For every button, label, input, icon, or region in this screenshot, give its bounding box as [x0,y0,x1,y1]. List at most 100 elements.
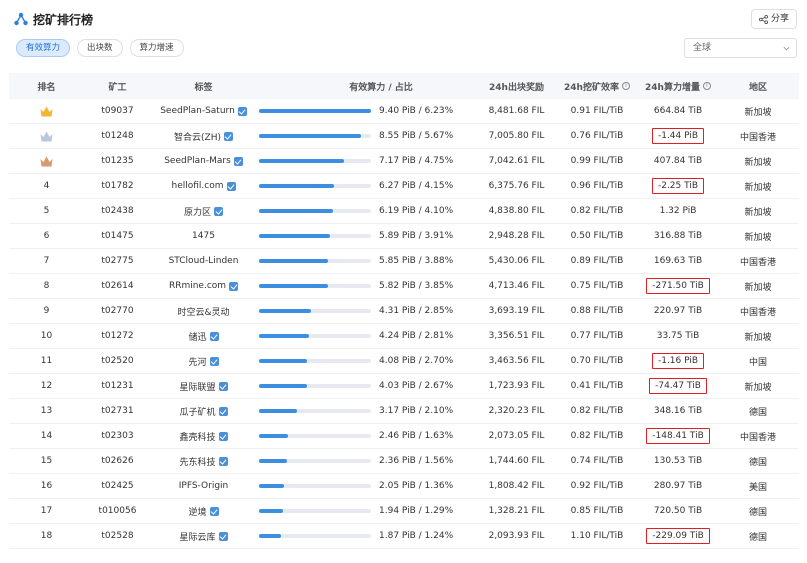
miner-tag: 星际云库 [151,524,256,548]
rank-cell: 11 [40,356,53,366]
power-growth-value-highlighted: -148.41 TiB [646,428,710,444]
crown-bronze-icon [40,156,53,166]
table-row[interactable]: 8 t02614 RRmine.com 5.82 PiB / 3.85% 4,713.4… [9,274,799,299]
tab-power-growth[interactable]: 算力增速 [129,39,184,57]
region: 新加坡 [744,207,772,218]
tab-blocks[interactable]: 出块数 [77,39,123,57]
power-growth-value: 316.88 TiB [653,231,703,241]
table-row[interactable]: 4 t01782 hellofil.com 6.27 PiB / 4.15% 6,375… [9,174,799,199]
table-row[interactable]: 12 t01231 星际联盟 4.03 PiB / 2.67% 1,723.93 FIL… [9,374,799,399]
power-bar [259,509,371,513]
power-value: 2.05 PiB / 1.36% [379,481,454,491]
tab-effective-power[interactable]: 有效算力 [16,39,71,57]
miner-tag-label[interactable]: 时空云&灵动 [177,305,229,318]
table-row[interactable]: 9 t02770 时空云&灵动 4.31 PiB / 2.85% 3,693.19 FI… [9,299,799,324]
miner-tag: 1475 [151,224,256,248]
power-growth: -2.25 TiB [637,174,719,198]
table-row[interactable]: 5 t02438 原力区 6.19 PiB / 4.10% 4,838.80 FIL 0.… [9,199,799,224]
region: 美国 [748,482,767,493]
col-header-blocks: 24h出块奖励 [489,82,544,93]
info-icon[interactable]: i [702,82,711,90]
mining-efficiency: 0.91 FIL/TiB [570,106,624,116]
mining-efficiency: 0.96 FIL/TiB [570,181,624,191]
miner-tag-label[interactable]: 瓜子矿机 [179,405,215,418]
miner-tag: 储迅 [151,324,256,348]
crown-gold-icon [40,106,53,116]
power-bar-fill [259,209,333,213]
rank-cell: 5 [43,206,50,216]
mining-efficiency: 0.50 FIL/TiB [570,231,624,241]
block-reward: 7,005.80 FIL [488,131,545,141]
table-row[interactable]: t01248 智合云(ZH) 8.55 PiB / 5.67% 7,005.80 FI… [9,124,799,149]
miner-id: t02626 [101,456,134,466]
miner-id: t02520 [101,356,134,366]
power-bar [259,334,371,338]
power-growth-value: 664.84 TiB [653,106,703,116]
table-row[interactable]: 11 t02520 先河 4.08 PiB / 2.70% 3,463.56 FIL 0.… [9,349,799,374]
block-reward: 1,328.21 FIL [488,506,545,516]
power-bar-fill [259,384,308,388]
miner-id: t01475 [101,231,134,241]
miner-tag-label[interactable]: STCloud-Linden [169,256,239,266]
table-row[interactable]: 17 t010056 逆境 1.94 PiB / 1.29% 1,328.21 FIL 0… [9,499,799,524]
rank-cell: 9 [43,306,50,316]
region: 德国 [748,532,767,543]
table-row[interactable]: 7 t02775 STCloud-Linden 5.85 PiB / 3.88% 5,4… [9,249,799,274]
region: 中国香港 [739,432,776,443]
miner-tag: 原力区 [151,199,256,223]
miner-id: t02731 [101,406,134,416]
table-row[interactable]: 16 t02425 IPFS-Origin 2.05 PiB / 1.36% 1,808… [9,474,799,499]
miner-tag-label[interactable]: 1475 [192,231,215,241]
miner-tag-label[interactable]: 储迅 [188,330,206,343]
info-icon[interactable]: i [621,82,630,90]
miner-tag-label[interactable]: 鑫壳科技 [179,430,215,443]
table-row[interactable]: 18 t02528 星际云库 1.87 PiB / 1.24% 2,093.93 FIL… [9,524,799,549]
miner-tag-label[interactable]: 原力区 [184,205,211,218]
miner-tag-label[interactable]: RRmine.com [169,281,226,291]
miner-tag-label[interactable]: 智合云(ZH) [174,130,221,143]
table-header: 排名 矿工 标签 有效算力 / 占比 24h出块奖励 24h挖矿效率 i 24h… [9,73,799,99]
rank-cell: 13 [40,406,53,416]
power-bar [259,434,371,438]
miner-tag-label[interactable]: 逆境 [188,505,206,518]
power-growth-value-highlighted: -1.44 PiB [651,128,705,144]
ranking-tabs: 有效算力 出块数 算力增速 [16,39,184,57]
miner-tag-label[interactable]: 先河 [188,355,206,368]
region: 德国 [748,407,767,418]
miner-tag: 智合云(ZH) [151,124,256,148]
miner-tag-label[interactable]: SeedPlan-Mars [164,156,231,166]
table-row[interactable]: 6 t01475 1475 5.89 PiB / 3.91% 2,948.28 FIL 0… [9,224,799,249]
power-bar [259,459,371,463]
power-growth: 280.97 TiB [637,474,719,498]
miner-tag: RRmine.com [151,274,256,298]
region-select[interactable]: 全球 [684,38,797,58]
miner-tag-label[interactable]: hellofil.com [171,181,223,191]
verified-icon [209,331,219,341]
table-row[interactable]: 14 t02303 鑫壳科技 2.46 PiB / 1.63% 2,073.05 FIL… [9,424,799,449]
miner-tag-label[interactable]: 星际联盟 [179,380,215,393]
miner-id: t02770 [101,306,134,316]
power-growth: -1.44 PiB [637,124,719,148]
share-icon [758,14,768,24]
table-row[interactable]: t01235 SeedPlan-Mars 7.17 PiB / 4.75% 7,042… [9,149,799,174]
block-reward: 7,042.61 FIL [488,156,545,166]
power-bar-fill [259,409,298,413]
table-row[interactable]: 15 t02626 先东科技 2.36 PiB / 1.56% 1,744.60 FIL… [9,449,799,474]
block-reward: 3,693.19 FIL [488,306,545,316]
rank-cell: 6 [43,231,50,241]
share-button[interactable]: 分享 [750,9,797,29]
power-growth: 130.53 TiB [637,449,719,473]
miner-tag-label[interactable]: 星际云库 [179,530,215,543]
miner-tag-label[interactable]: IPFS-Origin [179,481,229,491]
col-header-rank: 排名 [37,82,56,93]
power-bar [259,534,371,538]
table-row[interactable]: t09037 SeedPlan-Saturn 9.40 PiB / 6.23% 8,4… [9,99,799,124]
col-header-area: 地区 [748,82,767,93]
miner-tag-label[interactable]: 先东科技 [179,455,215,468]
table-row[interactable]: 10 t01272 储迅 4.24 PiB / 2.81% 3,356.51 FIL 0.… [9,324,799,349]
table-row[interactable]: 13 t02731 瓜子矿机 3.17 PiB / 2.10% 2,320.23 FIL… [9,399,799,424]
power-value: 4.03 PiB / 2.67% [379,381,454,391]
miner-tag-label[interactable]: SeedPlan-Saturn [160,106,235,116]
ranking-logo-icon [14,12,28,26]
verified-icon [223,131,233,141]
